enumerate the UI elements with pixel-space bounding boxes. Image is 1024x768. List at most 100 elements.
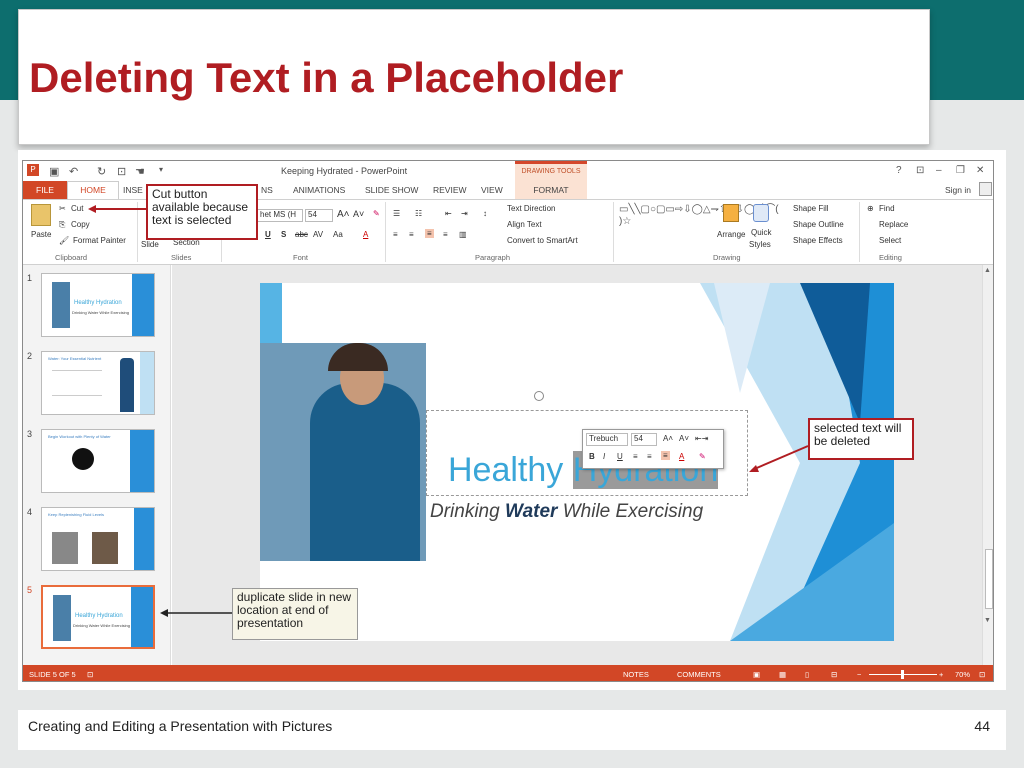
increase-indent-icon[interactable]: ⇥ [461, 209, 468, 218]
tab-view[interactable]: VIEW [481, 185, 503, 195]
copy-icon[interactable]: ⎘ [59, 220, 65, 230]
columns-icon[interactable]: ▥ [459, 230, 467, 239]
slide-subtitle[interactable]: Drinking Water While Exercising [430, 501, 703, 523]
clear-formatting-icon[interactable]: ✎ [373, 209, 380, 218]
vertical-scrollbar[interactable]: ▲ ▼ [982, 265, 993, 665]
tab-slide-show[interactable]: SLIDE SHOW [365, 185, 418, 195]
mini-font-box[interactable]: Trebuch [586, 433, 628, 446]
grow-font-icon[interactable]: A˄ [337, 209, 350, 220]
convert-smartart-button[interactable]: Convert to SmartArt [507, 236, 578, 245]
restore-icon[interactable]: ❐ [956, 165, 965, 176]
slide-thumbnail[interactable]: Healthy Hydration Drinking Water While E… [41, 273, 155, 337]
font-color-button[interactable]: A [363, 230, 368, 239]
font-name-box[interactable]: het MS (H [257, 209, 303, 222]
slide-thumbnail[interactable]: Begin Workout with Plenty of Water [41, 429, 155, 493]
scroll-up-icon[interactable]: ▲ [984, 267, 991, 274]
mini-font-color-icon[interactable]: A [679, 452, 684, 461]
scroll-thumb[interactable] [985, 549, 993, 609]
sign-in-link[interactable]: Sign in [945, 185, 971, 195]
mini-center-icon[interactable]: ≡ [647, 452, 652, 461]
normal-view-icon[interactable]: ▣ [753, 670, 760, 679]
new-slide-button[interactable]: Slide [141, 240, 159, 249]
spell-check-icon[interactable]: ⊡ [87, 670, 93, 679]
scroll-down-icon[interactable]: ▼ [984, 617, 991, 624]
binoculars-icon[interactable]: ⊕ [867, 204, 874, 213]
scissors-icon[interactable]: ✂ [59, 204, 66, 213]
format-painter-button[interactable]: Format Painter [73, 236, 126, 245]
ribbon-display-icon[interactable]: ⊡ [916, 165, 924, 176]
justify-icon[interactable]: ≡ [443, 230, 448, 239]
minimize-icon[interactable]: – [936, 165, 942, 176]
mini-indent-icon[interactable]: ⇤⇥ [695, 434, 708, 443]
mini-grow-font-icon[interactable]: A˄ [663, 434, 673, 443]
tab-animations[interactable]: ANIMATIONS [293, 185, 345, 195]
mini-align-left-icon[interactable]: ≡ [633, 452, 638, 461]
underline-button[interactable]: U [265, 230, 271, 239]
save-icon[interactable]: ▣ [49, 165, 59, 178]
arrange-button[interactable]: Arrange [717, 230, 745, 239]
mini-format-painter-icon[interactable]: ✎ [699, 452, 706, 461]
mini-underline-button[interactable]: U [617, 452, 623, 461]
strikethrough-button[interactable]: abc [295, 230, 308, 239]
reading-view-icon[interactable]: ▯ [805, 670, 809, 679]
mini-shrink-font-icon[interactable]: A˅ [679, 434, 689, 443]
start-from-beginning-icon[interactable]: ⊡ [117, 165, 126, 178]
select-button[interactable]: Select [879, 236, 901, 245]
user-avatar[interactable] [979, 182, 992, 196]
center-icon[interactable]: ≡ [409, 230, 414, 239]
find-button[interactable]: Find [879, 204, 895, 213]
help-icon[interactable]: ? [896, 165, 902, 176]
slide-thumbnail[interactable]: Water: Your Essential Nutrient [41, 351, 155, 415]
numbering-icon[interactable]: ☷ [415, 209, 422, 218]
zoom-out-icon[interactable]: − [857, 670, 861, 679]
shape-outline-button[interactable]: Shape Outline [793, 220, 844, 229]
replace-button[interactable]: Replace [879, 220, 908, 229]
mini-size-box[interactable]: 54 [631, 433, 657, 446]
character-spacing-button[interactable]: AV [313, 230, 323, 239]
zoom-in-icon[interactable]: + [939, 670, 943, 679]
shape-effects-button[interactable]: Shape Effects [793, 236, 843, 245]
line-spacing-icon[interactable]: ↕ [483, 209, 487, 218]
tab-home[interactable]: HOME [67, 181, 119, 199]
bullets-icon[interactable]: ☰ [393, 209, 400, 218]
mini-align-right-icon[interactable]: ≡ [661, 451, 670, 460]
tab-design[interactable]: NS [261, 185, 273, 195]
close-icon[interactable]: ✕ [976, 165, 984, 176]
tab-format[interactable]: FORMAT [515, 181, 587, 199]
cut-button[interactable]: Cut [71, 204, 83, 213]
format-painter-icon[interactable]: 🖌 [59, 236, 69, 245]
tab-review[interactable]: REVIEW [433, 185, 467, 195]
text-direction-button[interactable]: Text Direction [507, 204, 555, 213]
zoom-level[interactable]: 70% [955, 670, 970, 679]
align-left-icon[interactable]: ≡ [393, 230, 398, 239]
paste-button[interactable]: Paste [31, 230, 51, 239]
shapes-gallery[interactable]: ▭╲╲▢○▢▭⇨⇩◯△⇁⇧⇨⇩◯⤴⌒( )☆ [619, 204, 779, 244]
shape-fill-button[interactable]: Shape Fill [793, 204, 829, 213]
mini-bold-button[interactable]: B [589, 452, 595, 461]
styles-label[interactable]: Styles [749, 240, 771, 249]
quick-label[interactable]: Quick [751, 228, 771, 237]
tab-insert[interactable]: INSE [123, 185, 143, 195]
mini-italic-button[interactable]: I [603, 452, 605, 461]
align-text-button[interactable]: Align Text [507, 220, 542, 229]
zoom-slider-thumb[interactable] [901, 670, 904, 679]
change-case-button[interactable]: Aa [333, 230, 343, 239]
comments-button[interactable]: COMMENTS [677, 670, 721, 679]
arrange-icon[interactable] [723, 204, 739, 222]
quick-styles-icon[interactable] [753, 204, 769, 222]
align-right-icon[interactable]: ≡ [425, 229, 434, 238]
font-size-box[interactable]: 54 [305, 209, 333, 222]
shrink-font-icon[interactable]: A˅ [353, 209, 364, 219]
slide-thumbnail-selected[interactable]: Healthy Hydration Drinking Water While E… [41, 585, 155, 649]
slide-sorter-icon[interactable]: ▦ [779, 670, 786, 679]
touch-mode-icon[interactable]: ☚ [135, 165, 145, 178]
redo-icon[interactable]: ↻ [97, 165, 106, 178]
tab-file[interactable]: FILE [23, 181, 67, 199]
copy-button[interactable]: Copy [71, 220, 90, 229]
slide-show-icon[interactable]: ⊟ [831, 670, 837, 679]
notes-button[interactable]: NOTES [623, 670, 649, 679]
slide-thumbnail[interactable]: Keep Replenishing Fluid Levels [41, 507, 155, 571]
undo-icon[interactable]: ↶ [69, 165, 78, 178]
paste-icon[interactable] [31, 204, 51, 226]
decrease-indent-icon[interactable]: ⇤ [445, 209, 452, 218]
